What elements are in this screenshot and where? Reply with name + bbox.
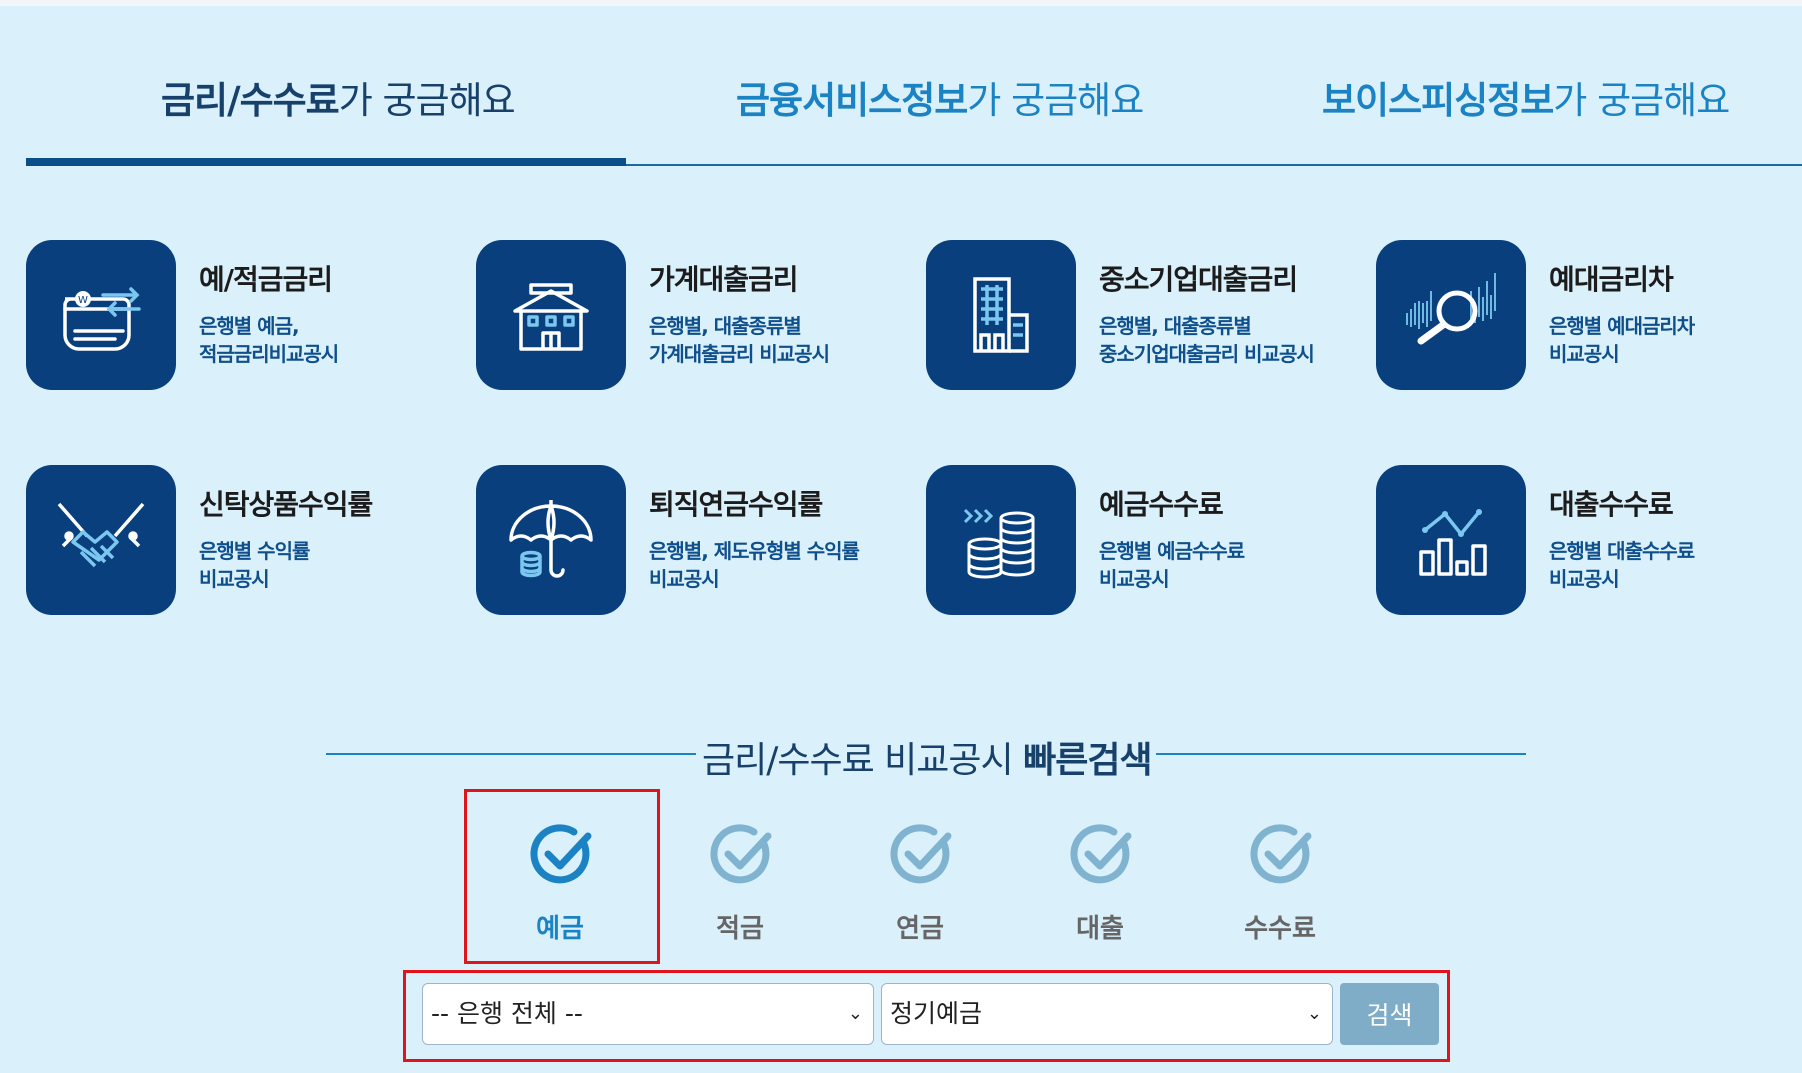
option-fees[interactable]: 수수료 — [1190, 790, 1370, 960]
chevron-down-icon: ⌄ — [1306, 1003, 1322, 1024]
card-loan-fees[interactable]: 대출수수료 은행별 대출수수료 비교공시 — [1376, 465, 1796, 617]
check-circle-icon — [1070, 824, 1132, 884]
office-building-icon — [926, 240, 1076, 390]
check-circle-icon — [890, 824, 952, 884]
product-select-value: 정기예금 — [890, 999, 983, 1028]
option-label: 예금 — [536, 914, 584, 944]
bank-select-value: -- 은행 전체 -- — [431, 999, 583, 1028]
card-description: 은행별 예대금리차 비교공시 — [1549, 314, 1695, 366]
card-deposit-loan-spread[interactable]: 예대금리차 은행별 예대금리차 비교공시 — [1376, 240, 1796, 392]
tab-label: 보이스피싱정보가 궁금해요 — [1322, 79, 1730, 122]
option-label: 대출 — [1076, 914, 1124, 944]
card-description: 은행별, 대출종류별 가계대출금리 비교공시 — [649, 314, 830, 366]
quick-search-form: -- 은행 전체 -- ⌄ 정기예금 ⌄ 검색 — [403, 970, 1450, 1062]
card-title: 중소기업대출금리 — [1099, 263, 1298, 296]
card-deposit-fees[interactable]: 예금수수료 은행별 예금수수료 비교공시 — [926, 465, 1346, 617]
option-deposit[interactable]: 예금 — [470, 790, 650, 960]
card-title: 가계대출금리 — [649, 263, 799, 296]
card-title: 예대금리차 — [1549, 263, 1674, 296]
tab-rates-fees[interactable]: 금리/수수료가 궁금해요 — [26, 48, 626, 166]
card-description: 은행별 예금수수료 비교공시 — [1099, 539, 1245, 591]
check-circle-icon — [530, 824, 592, 884]
magnifier-chart-icon — [1376, 240, 1526, 390]
card-description: 은행별 예금, 적금금리비교공시 — [199, 314, 339, 366]
check-circle-icon — [710, 824, 772, 884]
option-label: 적금 — [716, 914, 764, 944]
tab-financial-services[interactable]: 금융서비스정보가 궁금해요 — [626, 48, 1226, 166]
card-title: 퇴직연금수익률 — [649, 488, 823, 521]
card-title: 대출수수료 — [1549, 488, 1674, 521]
search-button[interactable]: 검색 — [1340, 983, 1439, 1045]
coin-stack-icon — [926, 465, 1076, 615]
tab-label: 금리/수수료가 궁금해요 — [161, 79, 516, 122]
deposit-card-icon: W — [26, 240, 176, 390]
card-description: 은행별 대출수수료 비교공시 — [1549, 539, 1695, 591]
svg-text:W: W — [78, 295, 88, 306]
option-savings[interactable]: 적금 — [650, 790, 830, 960]
quick-search-title: 금리/수수료 비교공시 빠른검색 — [702, 740, 1153, 781]
product-select[interactable]: 정기예금 ⌄ — [881, 983, 1333, 1045]
card-title: 예/적금금리 — [199, 263, 333, 296]
card-description: 은행별, 대출종류별 중소기업대출금리 비교공시 — [1099, 314, 1315, 366]
option-label: 연금 — [896, 914, 944, 944]
card-pension-returns[interactable]: 퇴직연금수익률 은행별, 제도유형별 수익률 비교공시 — [476, 465, 896, 617]
tab-voice-phishing[interactable]: 보이스피싱정보가 궁금해요 — [1226, 48, 1802, 166]
tab-underline — [1226, 164, 1802, 166]
umbrella-coins-icon — [476, 465, 626, 615]
top-strip — [0, 0, 1802, 6]
card-household-loan-rates[interactable]: 가계대출금리 은행별, 대출종류별 가계대출금리 비교공시 — [476, 240, 896, 392]
tab-underline — [26, 158, 626, 166]
tab-label: 금융서비스정보가 궁금해요 — [736, 79, 1144, 122]
card-sme-loan-rates[interactable]: 중소기업대출금리 은행별, 대출종류별 중소기업대출금리 비교공시 — [926, 240, 1346, 392]
bar-chart-icon — [1376, 465, 1526, 615]
divider — [326, 753, 696, 755]
quick-search-heading: 금리/수수료 비교공시 빠른검색 — [326, 726, 1526, 782]
category-tabs: 금리/수수료가 궁금해요 금융서비스정보가 궁금해요 보이스피싱정보가 궁금해요 — [26, 48, 1802, 166]
divider — [1156, 753, 1526, 755]
option-loan[interactable]: 대출 — [1010, 790, 1190, 960]
house-icon — [476, 240, 626, 390]
check-circle-icon — [1250, 824, 1312, 884]
chevron-down-icon: ⌄ — [847, 1003, 863, 1024]
bank-select[interactable]: -- 은행 전체 -- ⌄ — [422, 983, 874, 1045]
option-label: 수수료 — [1244, 914, 1316, 944]
card-description: 은행별, 제도유형별 수익률 비교공시 — [649, 539, 860, 591]
card-title: 예금수수료 — [1099, 488, 1224, 521]
card-description: 은행별 수익률 비교공시 — [199, 539, 310, 591]
card-title: 신탁상품수익률 — [199, 488, 373, 521]
card-trust-returns[interactable]: 신탁상품수익률 은행별 수익률 비교공시 — [26, 465, 446, 617]
option-pension[interactable]: 연금 — [830, 790, 1010, 960]
tab-underline — [626, 164, 1226, 166]
handshake-icon — [26, 465, 176, 615]
card-deposit-rates[interactable]: W 예/적금금리 은행별 예금, 적금금리비교공시 — [26, 240, 446, 392]
